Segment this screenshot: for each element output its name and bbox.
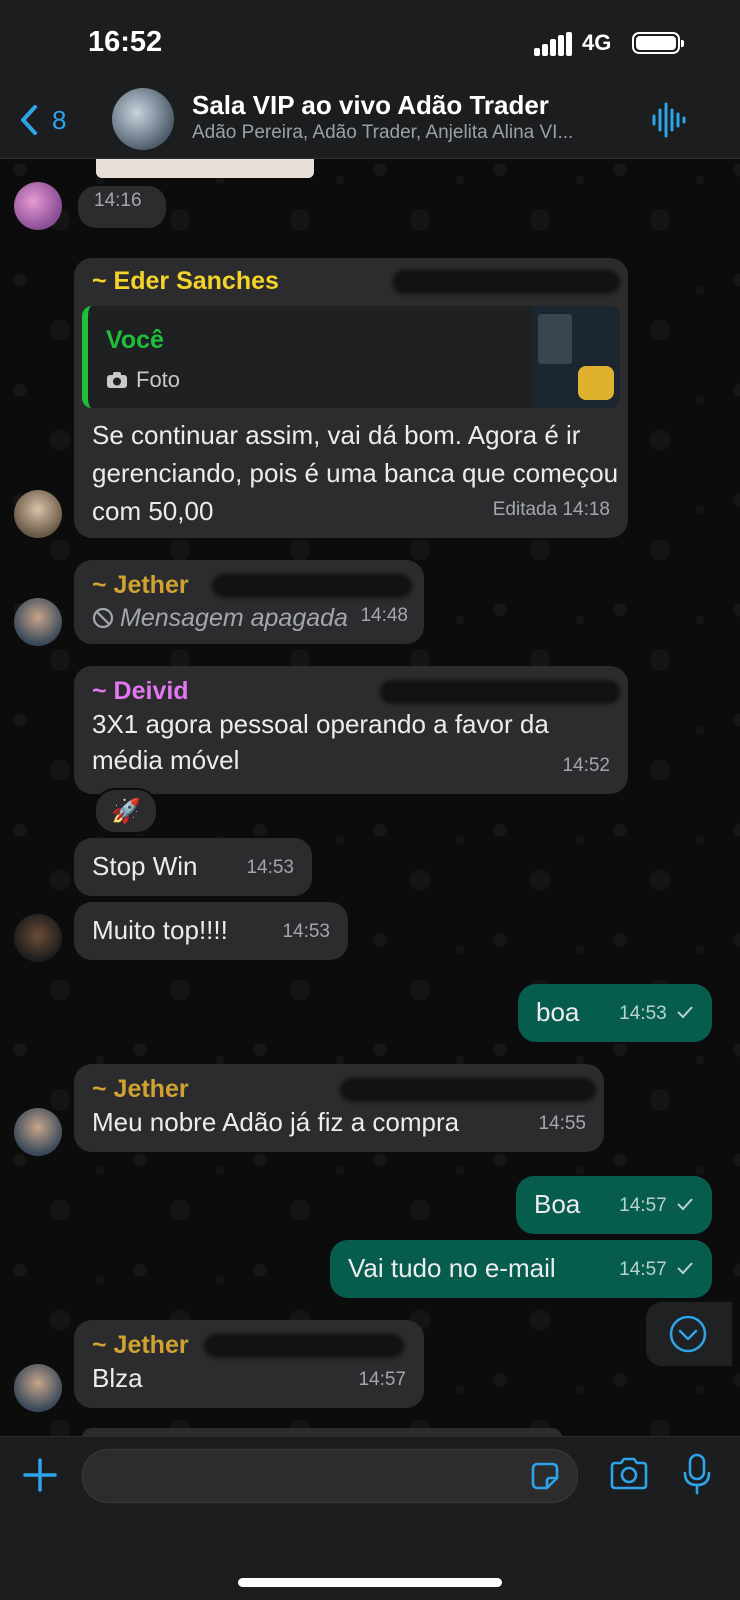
avatar[interactable] xyxy=(14,914,62,962)
message-time: 14:53 xyxy=(282,921,330,942)
avatar[interactable] xyxy=(14,1364,62,1412)
message-time: 14:16 xyxy=(94,190,142,211)
chevron-down-circle-icon xyxy=(669,1315,707,1353)
redacted-phone xyxy=(212,574,412,598)
message-time: 14:53 xyxy=(619,996,694,1032)
message-bubble[interactable]: 14:16 xyxy=(78,186,166,228)
plus-icon[interactable] xyxy=(22,1457,58,1493)
message-text: Vai tudo no e-mail xyxy=(348,1253,556,1283)
status-bar: 16:52 4G xyxy=(0,0,740,88)
message-bubble-outgoing[interactable]: boa 14:53 xyxy=(518,984,712,1042)
avatar[interactable] xyxy=(14,598,62,646)
group-title[interactable]: Sala VIP ao vivo Adão Trader xyxy=(192,90,549,121)
message-bubble-outgoing[interactable]: Vai tudo no e-mail 14:57 xyxy=(330,1240,712,1298)
camera-icon[interactable] xyxy=(608,1457,650,1491)
quote-type: Foto xyxy=(106,362,180,398)
avatar[interactable] xyxy=(14,1108,62,1156)
scroll-to-bottom-button[interactable] xyxy=(646,1302,732,1366)
message-bubble[interactable]: ~ Jether Blza 14:57 xyxy=(74,1320,424,1408)
message-text: Meu nobre Adão já fiz a compra xyxy=(92,1107,460,1137)
message-time-value: 14:57 xyxy=(619,1195,667,1216)
group-members[interactable]: Adão Pereira, Adão Trader, Anjelita Alin… xyxy=(192,122,622,144)
battery-icon xyxy=(632,32,684,54)
sender-name: ~ Eder Sanches xyxy=(92,267,279,295)
message-time: 14:48 xyxy=(360,605,408,626)
reaction-badge[interactable]: 🚀 xyxy=(94,788,158,834)
message-time: 14:57 xyxy=(619,1252,694,1288)
back-button[interactable]: 8 xyxy=(20,98,66,142)
avatar[interactable] xyxy=(14,182,62,230)
redacted-phone xyxy=(204,1334,404,1358)
unread-count: 8 xyxy=(52,104,67,135)
redacted-phone xyxy=(380,680,620,704)
home-indicator xyxy=(238,1578,502,1587)
message-text: Muito top!!!! xyxy=(92,915,228,945)
message-bubble[interactable]: ~ Eder Sanches Você Foto Se continuar as… xyxy=(74,258,628,538)
whatsapp-chat-screen: 16:52 4G 8 Sala VIP ao vivo Adão Trader … xyxy=(0,0,740,1600)
redacted-phone xyxy=(340,1078,596,1102)
microphone-icon[interactable] xyxy=(682,1453,712,1495)
message-time: 14:55 xyxy=(538,1113,586,1134)
message-time-value: 14:53 xyxy=(619,1003,667,1024)
sticker-icon[interactable] xyxy=(529,1460,561,1492)
deleted-text: Mensagem apagada xyxy=(120,604,348,632)
network-label: 4G xyxy=(582,30,612,55)
deleted-icon xyxy=(92,607,114,629)
message-bubble[interactable]: Stop Win 14:53 xyxy=(74,838,312,896)
message-bubble-outgoing[interactable]: Boa 14:57 xyxy=(516,1176,712,1234)
message-text: 3X1 agora pessoal operando a favor da mé… xyxy=(92,709,549,775)
check-icon xyxy=(677,1198,693,1211)
avatar[interactable] xyxy=(14,490,62,538)
message-time: Editada 14:18 xyxy=(492,499,610,520)
message-time: 14:53 xyxy=(246,857,294,878)
chat-header: 8 Sala VIP ao vivo Adão Trader Adão Pere… xyxy=(0,88,740,159)
deleted-notice: Mensagem apagada xyxy=(92,600,406,636)
message-text: Stop Win xyxy=(92,851,198,881)
quote-type-label: Foto xyxy=(136,367,181,392)
status-time: 16:52 xyxy=(88,26,163,58)
check-icon xyxy=(677,1006,693,1019)
signal-icon xyxy=(534,32,572,56)
redacted-phone xyxy=(392,270,620,294)
audio-wave-icon[interactable] xyxy=(650,102,686,138)
check-icon xyxy=(677,1262,693,1275)
message-text: Boa xyxy=(534,1189,581,1219)
message-bubble[interactable]: ~ Deivid 3X1 agora pessoal operando a fa… xyxy=(74,666,628,794)
message-bubble[interactable]: ~ Jether Mensagem apagada 14:48 xyxy=(74,560,424,644)
message-time-value: 14:57 xyxy=(619,1259,667,1280)
composer-bar xyxy=(0,1436,740,1600)
group-avatar[interactable] xyxy=(112,88,174,150)
message-bubble[interactable]: Muito top!!!! 14:53 xyxy=(74,902,348,960)
message-input[interactable] xyxy=(82,1449,578,1503)
quote-author: Você xyxy=(106,326,164,354)
message-time: 14:52 xyxy=(562,755,610,776)
quote-thumbnail xyxy=(532,306,620,408)
camera-icon xyxy=(107,372,127,388)
message-text: boa xyxy=(536,997,580,1027)
message-bubble[interactable]: ~ Jether Meu nobre Adão já fiz a compra … xyxy=(74,1064,604,1152)
back-chevron-icon xyxy=(21,105,37,135)
message-time: 14:57 xyxy=(358,1369,406,1390)
quoted-message[interactable]: Você Foto xyxy=(82,306,620,408)
message-time: 14:57 xyxy=(619,1188,694,1224)
